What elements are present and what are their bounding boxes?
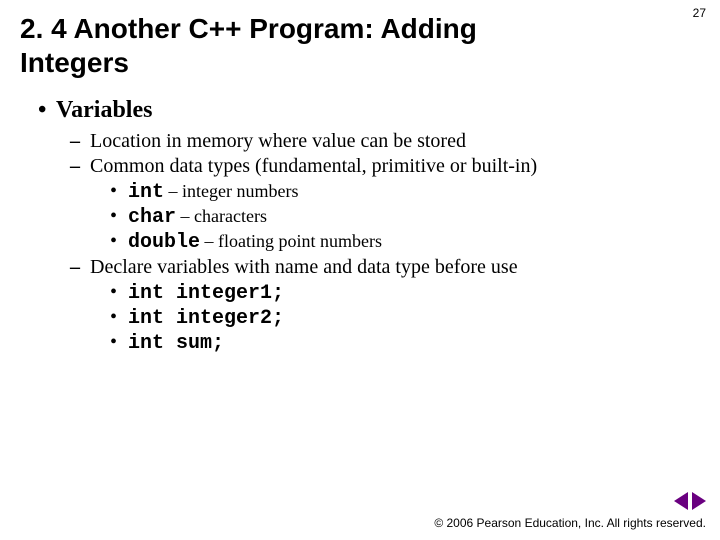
sub-text: Location in memory where value can be st… (90, 130, 466, 152)
dash-marker: – (70, 130, 90, 153)
sub-item: –Common data types (fundamental, primiti… (70, 155, 700, 178)
next-slide-icon[interactable] (692, 492, 706, 510)
prev-slide-icon[interactable] (674, 492, 688, 510)
sub-sub-item: •int sum; (110, 331, 700, 355)
sub-text: Declare variables with name and data typ… (90, 256, 518, 278)
sub-sub-item: •int integer1; (110, 281, 700, 305)
slide: 27 2. 4 Another C++ Program: Adding Inte… (0, 0, 720, 540)
dot-marker: • (110, 281, 128, 304)
dot-marker: • (110, 331, 128, 354)
code-keyword: char (128, 206, 176, 229)
sub-text: Common data types (fundamental, primitiv… (90, 155, 537, 177)
code-desc: – floating point numbers (200, 231, 382, 251)
sub-item: –Location in memory where value can be s… (70, 130, 700, 153)
slide-content: •Variables –Location in memory where val… (38, 97, 700, 355)
dot-marker: • (110, 230, 128, 253)
dash-marker: – (70, 155, 90, 178)
sub-item: –Declare variables with name and data ty… (70, 256, 700, 279)
code-declaration: int integer2; (128, 307, 284, 330)
bullet-heading: •Variables (38, 97, 700, 124)
code-desc: – characters (176, 206, 267, 226)
nav-controls (674, 492, 706, 510)
code-declaration: int integer1; (128, 282, 284, 305)
dot-marker: • (110, 306, 128, 329)
dot-marker: • (110, 180, 128, 203)
code-declaration: int sum; (128, 332, 224, 355)
bullet-marker: • (38, 97, 56, 124)
code-keyword: int (128, 181, 164, 204)
dash-marker: – (70, 256, 90, 279)
heading-text: Variables (56, 97, 152, 123)
sub-sub-item: •char – characters (110, 205, 700, 229)
code-desc: – integer numbers (164, 181, 298, 201)
copyright-footer: © 2006 Pearson Education, Inc. All right… (434, 516, 706, 530)
page-number: 27 (693, 6, 706, 20)
dot-marker: • (110, 205, 128, 228)
sub-sub-item: •double – floating point numbers (110, 230, 700, 254)
sub-sub-item: •int integer2; (110, 306, 700, 330)
slide-title: 2. 4 Another C++ Program: Adding Integer… (20, 12, 580, 79)
code-keyword: double (128, 231, 200, 254)
sub-sub-item: •int – integer numbers (110, 180, 700, 204)
